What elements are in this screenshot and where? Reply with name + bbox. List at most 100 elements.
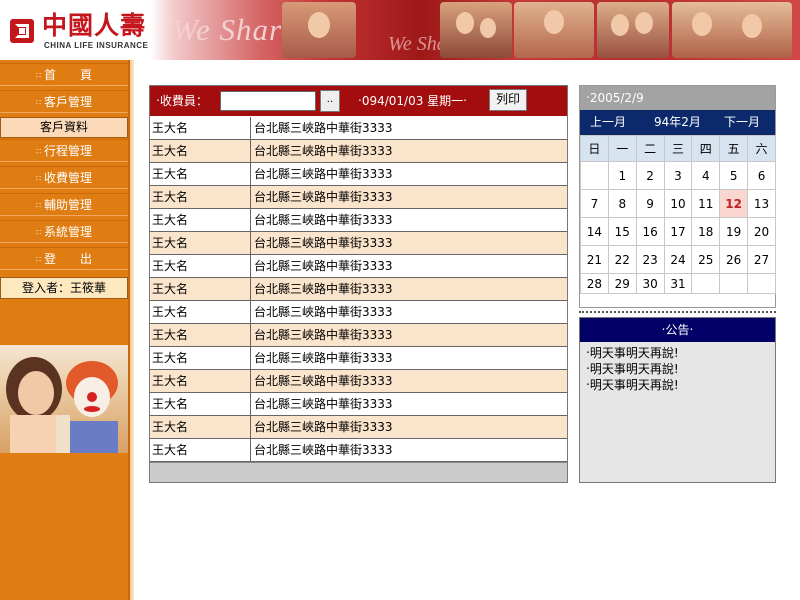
- customer-name-cell: 王大名: [152, 420, 189, 434]
- sidebar-item-billing-management[interactable]: ∷ 收費管理: [0, 166, 128, 189]
- calendar-day[interactable]: 4: [691, 161, 721, 190]
- sidebar-item-label: 行程管理: [44, 144, 93, 158]
- calendar-day[interactable]: 8: [607, 189, 637, 218]
- calendar-day[interactable]: 22: [607, 245, 637, 274]
- sidebar-item-label: 客戶管理: [44, 95, 93, 109]
- collector-input[interactable]: [220, 91, 316, 111]
- calendar-day[interactable]: 3: [663, 161, 693, 190]
- calendar-day[interactable]: 19: [719, 217, 749, 246]
- table-footer: [150, 462, 567, 482]
- sidebar-subitem-customer-data[interactable]: 客戶資料: [0, 117, 128, 138]
- slogan-echo-text: We Sha: [388, 33, 447, 55]
- table-row[interactable]: 王大名 台北縣三峽路中華街3333: [150, 301, 567, 324]
- table-row[interactable]: 王大名 台北縣三峽路中華街3333: [150, 255, 567, 278]
- calendar-weekday-header: 六: [747, 135, 776, 162]
- sidebar-item-home[interactable]: ∷ 首 頁: [0, 63, 128, 86]
- table-row[interactable]: 王大名 台北縣三峽路中華街3333: [150, 324, 567, 347]
- sidebar-item-label: 首 頁: [44, 68, 93, 82]
- customer-name-cell: 王大名: [152, 190, 189, 204]
- calendar-day[interactable]: 7: [580, 189, 609, 218]
- menu-bullet-icon: ∷: [35, 98, 42, 107]
- calendar-day[interactable]: 2: [635, 161, 665, 190]
- table-row[interactable]: 王大名 台北縣三峽路中華街3333: [150, 370, 567, 393]
- sidebar-item-system-management[interactable]: ∷ 系統管理: [0, 220, 128, 243]
- calendar-day[interactable]: 23: [635, 245, 665, 274]
- calendar-weekday-header: 二: [635, 135, 665, 162]
- notice-item[interactable]: ‧明天事明天再說!: [580, 345, 775, 361]
- customer-name-cell: 王大名: [152, 305, 189, 319]
- calendar-day[interactable]: 6: [747, 161, 776, 190]
- customer-name-cell: 王大名: [152, 167, 189, 181]
- customer-name-cell: 王大名: [152, 144, 189, 158]
- calendar-prev-month-button[interactable]: 上一月: [590, 110, 626, 135]
- print-button[interactable]: 列印: [489, 89, 527, 111]
- table-row[interactable]: 王大名 台北縣三峽路中華街3333: [150, 163, 567, 186]
- calendar-day[interactable]: 18: [691, 217, 721, 246]
- calendar-day[interactable]: 10: [663, 189, 693, 218]
- calendar-day[interactable]: 12: [719, 189, 749, 218]
- calendar-day[interactable]: 15: [607, 217, 637, 246]
- calendar-day[interactable]: 13: [747, 189, 776, 218]
- table-row[interactable]: 王大名 台北縣三峽路中華街3333: [150, 416, 567, 439]
- calendar-day[interactable]: 29: [607, 273, 637, 294]
- customer-name-cell: 王大名: [152, 236, 189, 250]
- calendar-next-month-button[interactable]: 下一月: [724, 110, 760, 135]
- calendar-weekday-header: 四: [691, 135, 721, 162]
- calendar-day[interactable]: 17: [663, 217, 693, 246]
- calendar-day[interactable]: 21: [580, 245, 609, 274]
- calendar-day[interactable]: 31: [663, 273, 693, 294]
- sidebar-item-customer-management[interactable]: ∷ 客戶管理: [0, 90, 128, 113]
- customer-address-cell: 台北縣三峽路中華街3333: [250, 186, 393, 208]
- calendar-empty-cell: [747, 273, 776, 294]
- calendar-day[interactable]: 11: [691, 189, 721, 218]
- customer-address-cell: 台北縣三峽路中華街3333: [250, 232, 393, 254]
- banner-photo-family: [440, 2, 512, 58]
- sidebar-item-itinerary-management[interactable]: ∷ 行程管理: [0, 139, 128, 162]
- woman-and-clown-photo: [6, 357, 118, 453]
- table-row[interactable]: 王大名 台北縣三峽路中華街3333: [150, 278, 567, 301]
- customer-name-cell: 王大名: [152, 328, 189, 342]
- calendar-day[interactable]: 24: [663, 245, 693, 274]
- customer-address-cell: 台北縣三峽路中華街3333: [250, 163, 393, 185]
- calendar-empty-cell: [719, 273, 749, 294]
- menu-bullet-icon: ∷: [35, 228, 42, 237]
- menu-bullet-icon: ∷: [35, 71, 42, 80]
- table-row[interactable]: 王大名 台北縣三峽路中華街3333: [150, 117, 567, 140]
- calendar-day[interactable]: 9: [635, 189, 665, 218]
- banner-photo-woman: [514, 2, 594, 58]
- customer-name-cell: 王大名: [152, 121, 189, 135]
- calendar-day[interactable]: 26: [719, 245, 749, 274]
- customer-address-cell: 台北縣三峽路中華街3333: [250, 209, 393, 231]
- customer-table: 王大名 台北縣三峽路中華街3333 王大名 台北縣三峽路中華街3333 王大名 台北縣三峽…: [150, 117, 567, 462]
- calendar-day[interactable]: 1: [607, 161, 637, 190]
- sidebar-item-logout[interactable]: ∷ 登 出: [0, 247, 128, 270]
- table-row[interactable]: 王大名 台北縣三峽路中華街3333: [150, 347, 567, 370]
- calendar-day[interactable]: 30: [635, 273, 665, 294]
- sidebar-item-label: 登 出: [44, 252, 93, 266]
- notice-item[interactable]: ‧明天事明天再說!: [580, 361, 775, 377]
- calendar-month-label: 94年2月: [654, 115, 701, 129]
- calendar-day[interactable]: 5: [719, 161, 749, 190]
- sidebar-item-label: 輔助管理: [44, 198, 93, 212]
- sidebar-item-auxiliary-management[interactable]: ∷ 輔助管理: [0, 193, 128, 216]
- calendar-day[interactable]: 20: [747, 217, 776, 246]
- calendar-day[interactable]: 27: [747, 245, 776, 274]
- notice-item[interactable]: ‧明天事明天再說!: [580, 377, 775, 393]
- calendar-day[interactable]: 28: [580, 273, 609, 294]
- dotted-divider: [579, 311, 776, 313]
- table-row[interactable]: 王大名 台北縣三峽路中華街3333: [150, 232, 567, 255]
- calendar-weekday-header: 五: [719, 135, 749, 162]
- calendar-day[interactable]: 16: [635, 217, 665, 246]
- calendar: ‧2005/2/9 上一月 94年2月 下一月 日一二三四五六 12345678…: [579, 85, 776, 308]
- calendar-day[interactable]: 25: [691, 245, 721, 274]
- collector-picker-button[interactable]: ‥: [320, 90, 340, 112]
- calendar-nav: 上一月 94年2月 下一月: [580, 110, 775, 135]
- table-row[interactable]: 王大名 台北縣三峽路中華街3333: [150, 140, 567, 163]
- table-row[interactable]: 王大名 台北縣三峽路中華街3333: [150, 393, 567, 416]
- logo-chinese-text: 中國人壽: [42, 11, 147, 40]
- billing-date-text: ‧094/01/03 星期一‧: [358, 94, 467, 108]
- calendar-day[interactable]: 14: [580, 217, 609, 246]
- table-row[interactable]: 王大名 台北縣三峽路中華街3333: [150, 186, 567, 209]
- table-row[interactable]: 王大名 台北縣三峽路中華街3333: [150, 209, 567, 232]
- table-row[interactable]: 王大名 台北縣三峽路中華街3333: [150, 439, 567, 462]
